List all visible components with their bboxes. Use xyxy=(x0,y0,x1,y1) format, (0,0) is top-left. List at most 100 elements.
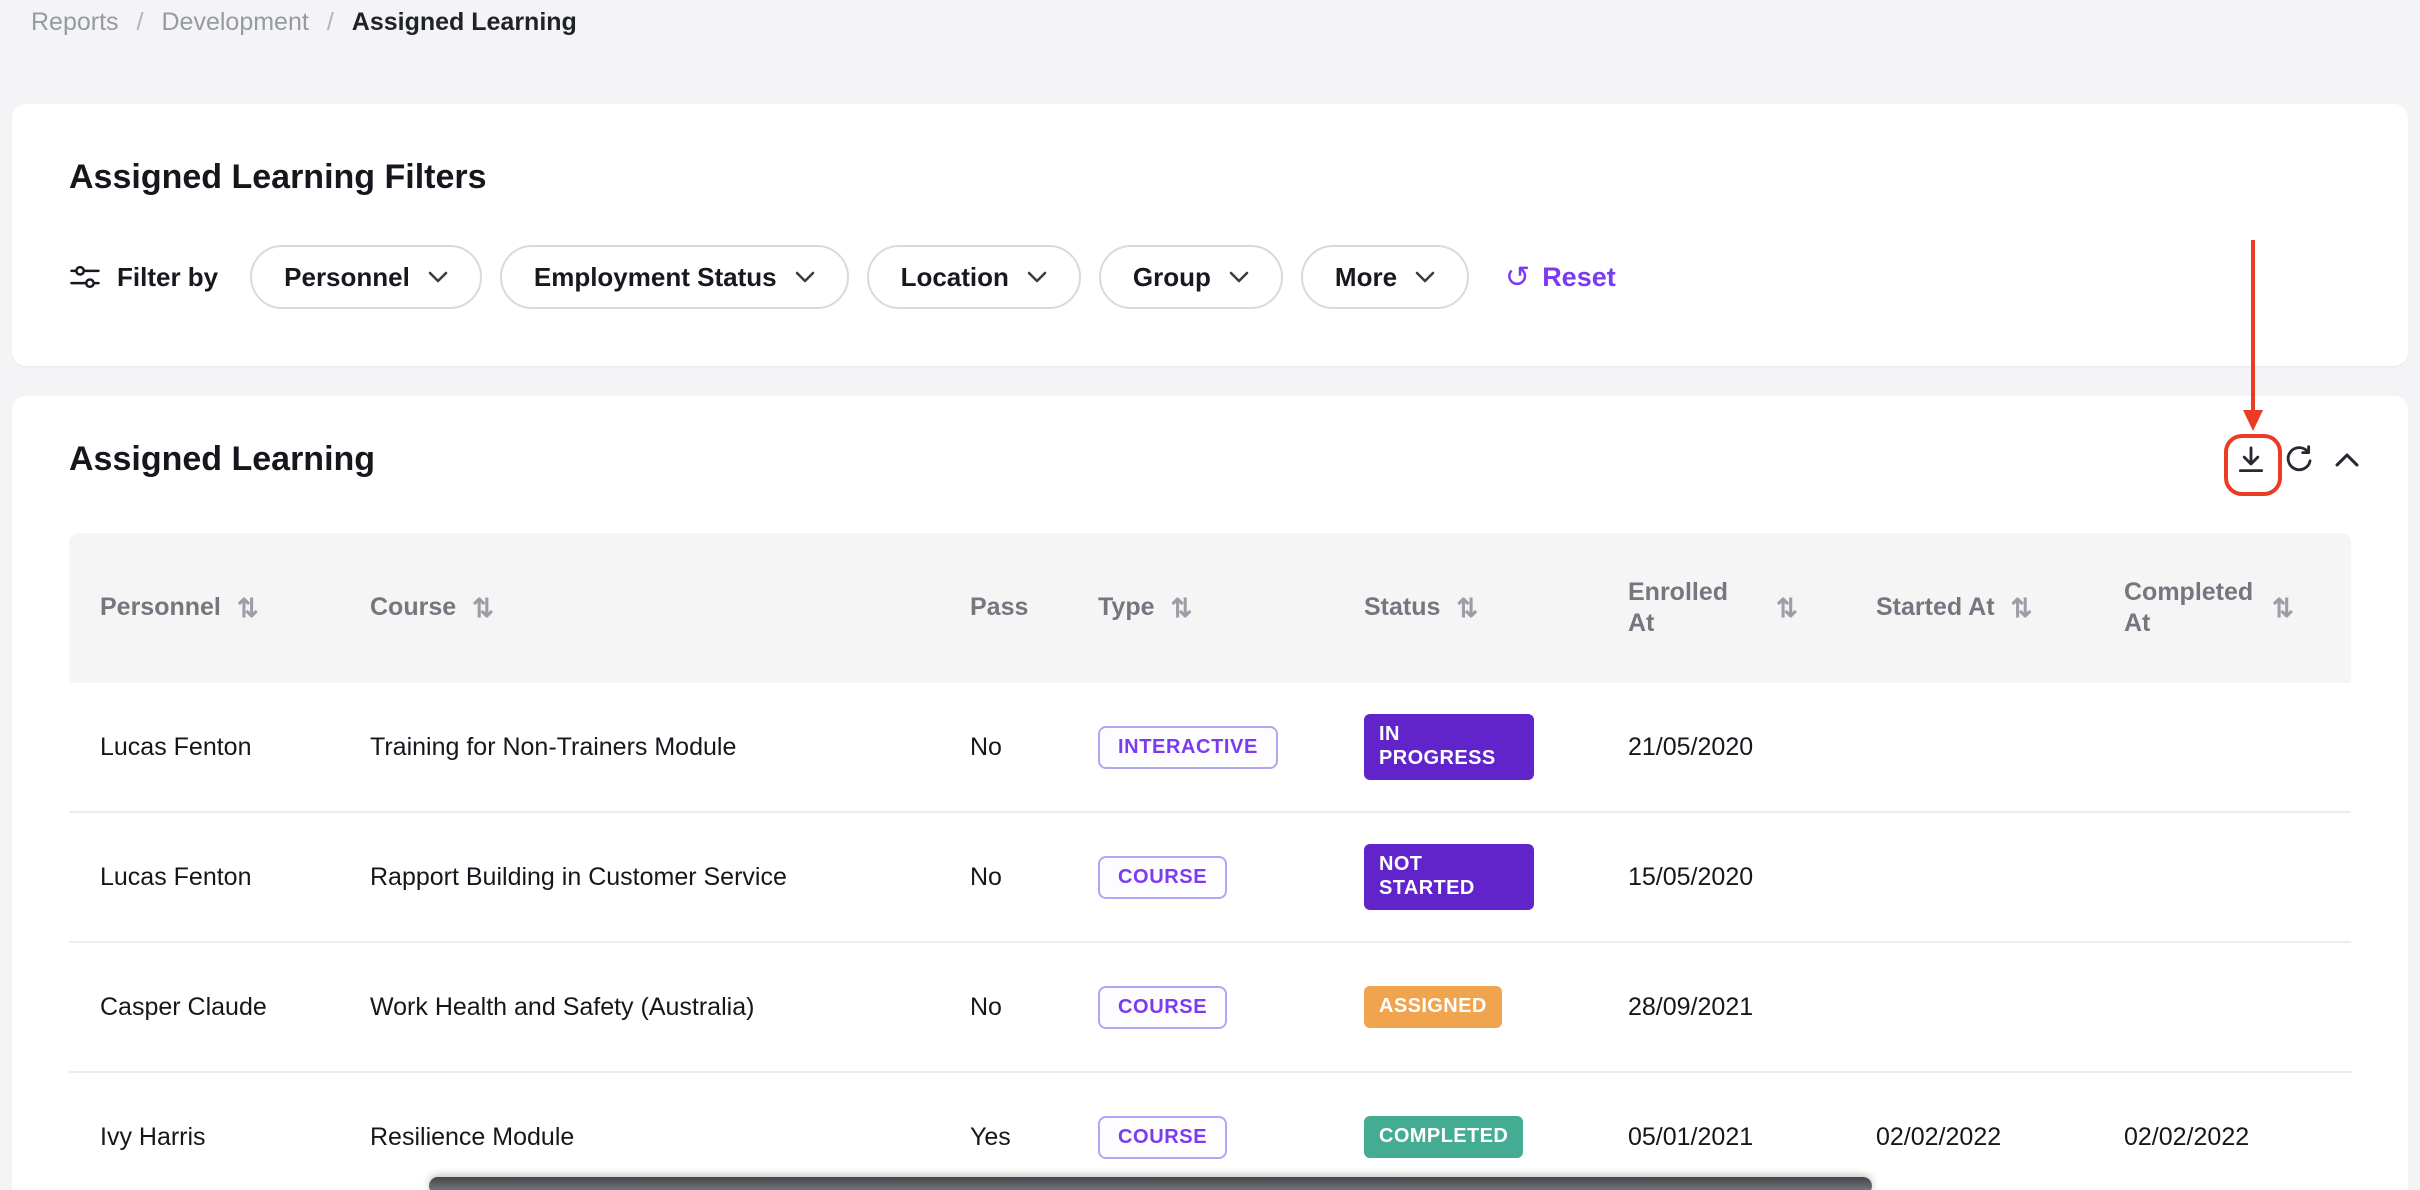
filter-more-label: More xyxy=(1335,262,1397,293)
type-badge: COURSE xyxy=(1098,986,1227,1029)
column-label: Type xyxy=(1098,592,1155,623)
cell-pass: No xyxy=(939,733,1067,762)
column-header-enrolled-at[interactable]: Enrolled At ⇅ xyxy=(1597,577,1845,640)
column-label: Enrolled At xyxy=(1628,577,1760,640)
column-header-personnel[interactable]: Personnel ⇅ xyxy=(69,592,339,625)
status-badge: COMPLETED xyxy=(1364,1116,1523,1158)
table-row: Ivy Harris Resilience Module Yes COURSE … xyxy=(69,1073,2351,1190)
sort-icon[interactable]: ⇅ xyxy=(472,592,494,625)
status-badge: ASSIGNED xyxy=(1364,986,1502,1028)
sort-icon[interactable]: ⇅ xyxy=(237,592,259,625)
column-header-type[interactable]: Type ⇅ xyxy=(1067,592,1333,625)
column-header-completed-at[interactable]: Completed At ⇅ xyxy=(2093,577,2351,640)
column-header-status[interactable]: Status ⇅ xyxy=(1333,592,1597,625)
refresh-button[interactable] xyxy=(2281,442,2317,478)
column-header-course[interactable]: Course ⇅ xyxy=(339,592,939,625)
breadcrumb-separator: / xyxy=(137,8,144,37)
cell-course: Training for Non-Trainers Module xyxy=(339,733,939,762)
cell-enrolled-at: 21/05/2020 xyxy=(1597,733,1845,762)
filters-card: Assigned Learning Filters Filter by Pers… xyxy=(12,104,2408,366)
filter-location-button[interactable]: Location xyxy=(867,245,1081,309)
type-badge: COURSE xyxy=(1098,1116,1227,1159)
cell-enrolled-at: 15/05/2020 xyxy=(1597,863,1845,892)
column-label: Pass xyxy=(970,592,1028,623)
filter-employment-status-button[interactable]: Employment Status xyxy=(500,245,849,309)
status-badge: NOT STARTED xyxy=(1364,844,1534,909)
chevron-down-icon xyxy=(795,271,815,283)
chevron-down-icon xyxy=(1415,271,1435,283)
table-card-header: Assigned Learning xyxy=(69,440,2351,479)
breadcrumb-item-assigned-learning: Assigned Learning xyxy=(352,8,577,37)
cell-course: Rapport Building in Customer Service xyxy=(339,863,939,892)
reset-icon: ↺ xyxy=(1505,260,1530,295)
cell-type: INTERACTIVE xyxy=(1067,726,1333,769)
filter-by: Filter by xyxy=(69,262,218,293)
cell-enrolled-at: 28/09/2021 xyxy=(1597,993,1845,1022)
table-row: Casper Claude Work Health and Safety (Au… xyxy=(69,943,2351,1073)
collapse-button[interactable] xyxy=(2329,442,2365,478)
filter-employment-status-label: Employment Status xyxy=(534,262,777,293)
table-row: Lucas Fenton Rapport Building in Custome… xyxy=(69,813,2351,943)
filter-by-label: Filter by xyxy=(117,262,218,293)
chevron-up-icon xyxy=(2330,443,2364,477)
download-button[interactable] xyxy=(2233,442,2269,478)
chevron-down-icon xyxy=(428,271,448,283)
chevron-down-icon xyxy=(1027,271,1047,283)
cell-type: COURSE xyxy=(1067,856,1333,899)
column-header-pass: Pass xyxy=(939,592,1067,623)
cell-status: COMPLETED xyxy=(1333,1116,1597,1158)
filter-personnel-label: Personnel xyxy=(284,262,410,293)
cell-type: COURSE xyxy=(1067,1116,1333,1159)
cell-pass: Yes xyxy=(939,1123,1067,1152)
cell-status: NOT STARTED xyxy=(1333,844,1597,909)
cell-personnel: Lucas Fenton xyxy=(69,863,339,892)
cell-type: COURSE xyxy=(1067,986,1333,1029)
sort-icon[interactable]: ⇅ xyxy=(1776,592,1798,625)
table-title: Assigned Learning xyxy=(69,440,375,479)
sort-icon[interactable]: ⇅ xyxy=(1456,592,1478,625)
cell-personnel: Casper Claude xyxy=(69,993,339,1022)
filter-group-label: Group xyxy=(1133,262,1211,293)
assigned-learning-card: Assigned Learning xyxy=(12,396,2408,1190)
filter-location-label: Location xyxy=(901,262,1009,293)
cell-course: Resilience Module xyxy=(339,1123,939,1152)
cell-status: ASSIGNED xyxy=(1333,986,1597,1028)
breadcrumb-separator: / xyxy=(327,8,334,37)
table-row: Lucas Fenton Training for Non-Trainers M… xyxy=(69,683,2351,813)
sort-icon[interactable]: ⇅ xyxy=(1171,592,1193,625)
sort-icon[interactable]: ⇅ xyxy=(2011,592,2033,625)
column-label: Started At xyxy=(1876,592,1995,623)
cell-enrolled-at: 05/01/2021 xyxy=(1597,1123,1845,1152)
table-actions xyxy=(2233,442,2365,478)
cell-pass: No xyxy=(939,863,1067,892)
sort-icon[interactable]: ⇅ xyxy=(2272,592,2294,625)
cell-course: Work Health and Safety (Australia) xyxy=(339,993,939,1022)
breadcrumb-item-development[interactable]: Development xyxy=(162,8,309,37)
column-label: Personnel xyxy=(100,592,221,623)
filters-title: Assigned Learning Filters xyxy=(69,158,2351,197)
cell-started-at: 02/02/2022 xyxy=(1845,1123,2093,1152)
reset-button[interactable]: ↺ Reset xyxy=(1505,260,1616,295)
page: Reports / Development / Assigned Learnin… xyxy=(0,0,2420,1190)
filter-more-button[interactable]: More xyxy=(1301,245,1469,309)
status-badge: IN PROGRESS xyxy=(1364,714,1534,779)
chevron-down-icon xyxy=(1229,271,1249,283)
table-header-row: Personnel ⇅ Course ⇅ Pass Type ⇅ Status … xyxy=(69,533,2351,683)
type-badge: INTERACTIVE xyxy=(1098,726,1278,769)
filter-row: Filter by Personnel Employment Status Lo… xyxy=(69,245,2351,309)
horizontal-scrollbar-thumb[interactable] xyxy=(429,1177,1872,1190)
cell-personnel: Ivy Harris xyxy=(69,1123,339,1152)
column-label: Status xyxy=(1364,592,1440,623)
column-header-started-at[interactable]: Started At ⇅ xyxy=(1845,592,2093,625)
cell-pass: No xyxy=(939,993,1067,1022)
refresh-icon xyxy=(2282,443,2316,477)
cell-personnel: Lucas Fenton xyxy=(69,733,339,762)
cell-status: IN PROGRESS xyxy=(1333,714,1597,779)
column-label: Completed At xyxy=(2124,577,2256,640)
filter-group-button[interactable]: Group xyxy=(1099,245,1283,309)
breadcrumb: Reports / Development / Assigned Learnin… xyxy=(31,8,577,37)
breadcrumb-item-reports[interactable]: Reports xyxy=(31,8,119,37)
type-badge: COURSE xyxy=(1098,856,1227,899)
reset-label: Reset xyxy=(1542,262,1616,293)
filter-personnel-button[interactable]: Personnel xyxy=(250,245,482,309)
